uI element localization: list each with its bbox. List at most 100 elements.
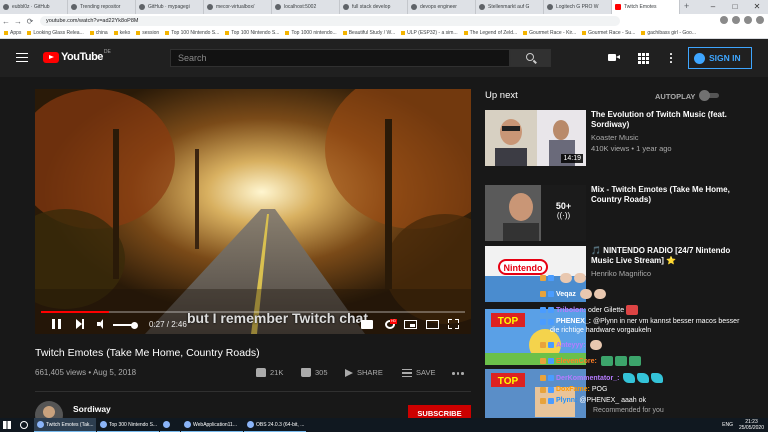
minimize-button[interactable]: – <box>702 0 724 14</box>
menu-icon[interactable] <box>16 53 28 62</box>
tab-favicon-icon <box>615 4 621 10</box>
bookmark-item[interactable]: china <box>90 30 108 36</box>
new-tab-button[interactable]: + <box>680 0 693 14</box>
browser-tab[interactable]: full stack develop <box>340 0 408 14</box>
url-field[interactable]: youtube.com/watch?v=ad22Yk8oP8M <box>40 16 620 26</box>
bookmark-item[interactable]: ULP (ESP32) - a sim... <box>401 30 457 36</box>
browser-tab[interactable]: Twitch Emotes <box>612 0 680 14</box>
back-icon[interactable]: ← <box>0 17 12 26</box>
chat-username: DoxFame: <box>556 386 590 393</box>
share-button[interactable]: SHARE <box>345 368 383 377</box>
video-player[interactable]: but I remember Twitch chat 0:27 / 2:46 H… <box>35 89 471 334</box>
bookmark-item[interactable]: keko <box>114 30 131 36</box>
rec-title: The Evolution of Twitch Music (feat. Sor… <box>591 110 727 129</box>
search-input[interactable]: Search <box>170 49 510 67</box>
sign-in-button[interactable]: SIGN IN <box>688 47 752 69</box>
dislike-button[interactable]: 305 <box>301 368 328 377</box>
volume-icon[interactable] <box>97 319 107 329</box>
chat-badge-icon <box>548 275 554 281</box>
video-frame <box>35 89 471 334</box>
autoplay-toggle[interactable] <box>699 90 721 101</box>
pause-icon[interactable] <box>52 319 61 329</box>
forward-icon[interactable]: → <box>12 17 24 26</box>
chat-username: DerKommentator_: <box>556 374 620 382</box>
next-video-icon[interactable] <box>76 319 85 329</box>
chat-username: PHENEX_: <box>556 318 592 325</box>
volume-knob[interactable] <box>131 321 138 329</box>
taskbar-app[interactable]: Twitch Emotes (Tak... <box>34 418 96 432</box>
extension-icon[interactable] <box>720 16 728 24</box>
browser-tab[interactable]: eubbl0z · GitHub <box>0 0 68 14</box>
channel-name[interactable]: Sordiway <box>73 404 111 414</box>
browser-tab[interactable]: localhost:5002 <box>272 0 340 14</box>
browser-tab[interactable]: Trending repositor <box>68 0 136 14</box>
reload-icon[interactable]: ⟳ <box>24 17 36 26</box>
recommendation-item[interactable]: Nintendo 🎵 NINTENDO RADIO [24/7 Nintendo… <box>485 246 735 302</box>
chat-message: ElevenCore: <box>540 356 753 366</box>
svg-text:TOP: TOP <box>498 316 519 327</box>
apps-grid-icon[interactable] <box>638 53 650 64</box>
chat-message: Plynn: @PHENEX_ aaah ok <box>540 397 753 404</box>
extension-icon[interactable] <box>732 16 740 24</box>
youtube-logo[interactable]: YouTube DE <box>43 49 111 63</box>
taskbar-app[interactable] <box>160 418 180 432</box>
fullscreen-icon[interactable] <box>448 319 459 329</box>
windows-start-icon[interactable] <box>0 418 14 432</box>
progress-bar[interactable] <box>41 311 465 313</box>
bookmark-item[interactable]: Beautiful Study / W... <box>343 30 395 36</box>
browser-tab[interactable]: GitHub · mypagegi <box>136 0 204 14</box>
bookmark-item[interactable]: Apps <box>4 30 21 36</box>
close-window-button[interactable]: ✕ <box>746 0 768 14</box>
emote-icon <box>637 373 650 383</box>
recommendation-item[interactable]: 14:19 The Evolution of Twitch Music (fea… <box>485 110 735 170</box>
create-video-icon[interactable] <box>608 53 620 63</box>
window-controls: – □ ✕ <box>702 0 768 14</box>
browser-tab[interactable]: mecor-virtualbox/ <box>204 0 272 14</box>
tab-favicon-icon <box>547 4 553 10</box>
bookmarks-bar: Apps Looking Glass Relea... china keko sessi… <box>0 28 768 39</box>
save-button[interactable]: SAVE <box>402 368 435 377</box>
tab-favicon-icon <box>479 4 485 10</box>
browser-tab[interactable]: devops engineer <box>408 0 476 14</box>
bookmark-item[interactable]: gachibass girl - Goo... <box>641 30 696 36</box>
extension-icon[interactable] <box>744 16 752 24</box>
settings-more-icon[interactable] <box>669 53 673 63</box>
taskbar-search-icon[interactable] <box>20 421 28 429</box>
more-actions-icon[interactable] <box>452 372 464 375</box>
mix-count: 50+ <box>555 201 572 211</box>
bookmark-item[interactable]: Gourmet Race - Su... <box>582 30 635 36</box>
taskbar-app[interactable]: WebApplication11... <box>181 418 243 432</box>
theater-mode-icon[interactable] <box>426 320 439 329</box>
bookmark-item[interactable]: Top 1000 nintendo... <box>285 30 336 36</box>
radio-waves-icon: ((·)) <box>556 211 571 220</box>
windows-taskbar: Twitch Emotes (Tak... Top 300 Nintendo S.… <box>0 418 768 432</box>
taskbar-app[interactable]: Top 300 Nintendo S... <box>97 418 159 432</box>
tab-favicon-icon <box>411 4 417 10</box>
browser-tab[interactable]: Stellenmarkt auf G <box>476 0 544 14</box>
recommendation-item[interactable]: 50+ ((·)) Mix - Twitch Emotes (Take Me H… <box>485 185 735 245</box>
captions-icon[interactable] <box>361 320 373 329</box>
chat-badge-icon <box>548 358 554 364</box>
tab-label: Trending repositor <box>80 4 121 10</box>
bookmark-item[interactable]: Gourmet Race - Kir... <box>523 30 576 36</box>
browser-tab-strip: eubbl0z · GitHub Trending repositor GitHub… <box>0 0 768 14</box>
miniplayer-icon[interactable] <box>404 320 417 329</box>
browser-tab[interactable]: Logitech G PRO W <box>544 0 612 14</box>
maximize-button[interactable]: □ <box>724 0 746 14</box>
profile-icon[interactable] <box>756 16 764 24</box>
bookmark-item[interactable]: Looking Glass Relea... <box>27 30 83 36</box>
tab-favicon-icon <box>139 4 145 10</box>
chat-username: ElevenCore: <box>556 357 597 365</box>
bookmark-item[interactable]: The Legend of Zeld... <box>464 30 518 36</box>
bookmark-item[interactable]: session <box>136 30 159 36</box>
search-button[interactable] <box>510 49 551 67</box>
clock[interactable]: 21:23 25/05/2020 <box>739 419 764 431</box>
like-button[interactable]: 21K <box>256 368 283 377</box>
progress-fill <box>41 311 109 313</box>
bookmark-item[interactable]: Top 100 Nintendo S... <box>165 30 219 36</box>
youtube-header: YouTube DE Search SIGN IN <box>0 39 768 77</box>
language-indicator[interactable]: ENG <box>722 422 733 428</box>
bookmark-item[interactable]: Top 100 Nintendo S... <box>225 30 279 36</box>
taskbar-app[interactable]: OBS 24.0.3 (64-bit, ... <box>244 418 306 432</box>
chat-message: Tribolon: oder Gilette <box>540 305 753 315</box>
